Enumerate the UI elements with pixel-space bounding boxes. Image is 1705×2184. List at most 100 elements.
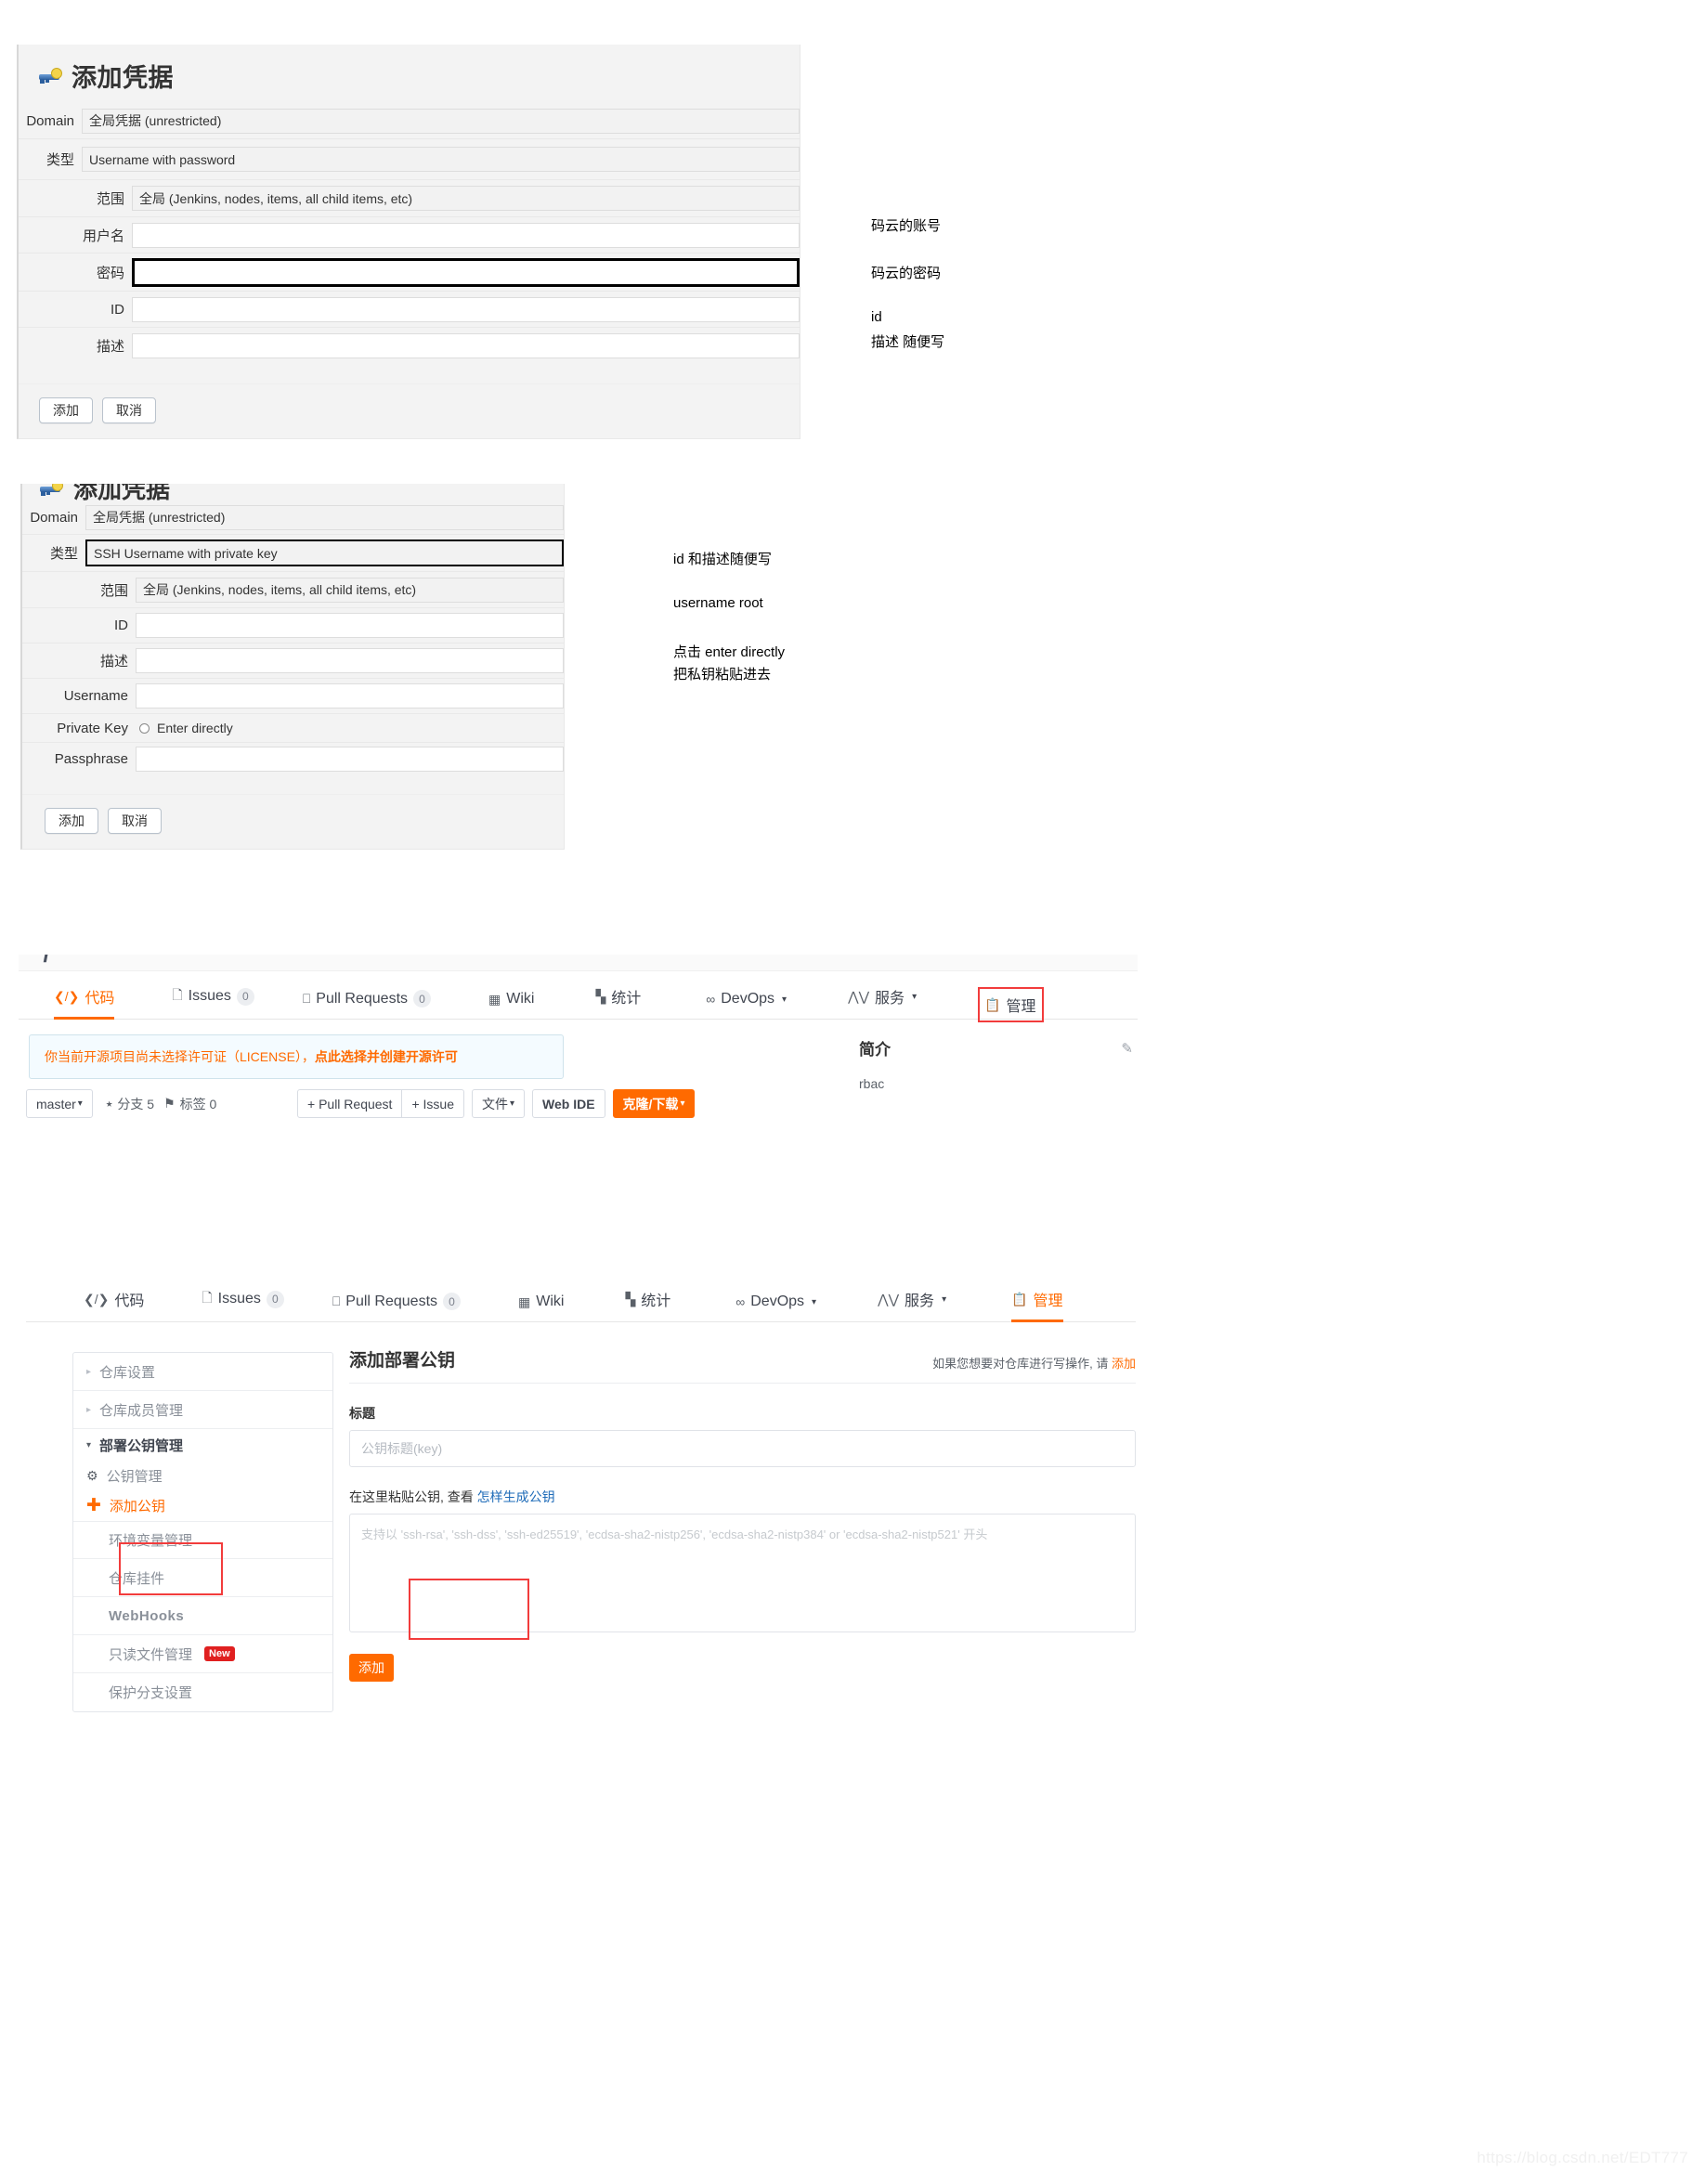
chevron-down-icon: ▾ bbox=[77, 1098, 83, 1109]
row-domain: Domain 全局凭据 (unrestricted) bbox=[19, 103, 800, 138]
domain-select[interactable]: 全局凭据 (unrestricted) bbox=[82, 108, 800, 134]
about-title: 简介 bbox=[859, 1041, 891, 1059]
cancel-button[interactable]: 取消 bbox=[108, 808, 162, 834]
tab-devops[interactable]: ∞ DevOps ▾ bbox=[735, 1294, 816, 1321]
sidebar-item-readonly-files[interactable]: 只读文件管理 New bbox=[73, 1635, 332, 1673]
domain-select[interactable]: 全局凭据 (unrestricted) bbox=[85, 504, 564, 530]
new-pull-request-button[interactable]: + Pull Request bbox=[297, 1089, 403, 1118]
id-input[interactable] bbox=[136, 613, 564, 638]
add-button[interactable]: 添加 bbox=[39, 397, 93, 423]
license-notice-link[interactable]: 点此选择并创建开源许可 bbox=[315, 1049, 458, 1064]
clone-download-button[interactable]: 克隆/下载 ▾ bbox=[612, 1089, 696, 1118]
sidebar-item-protected-branches[interactable]: 保护分支设置 bbox=[73, 1673, 332, 1711]
tab-devops[interactable]: ∞ DevOps ▾ bbox=[706, 991, 787, 1019]
branch-selector[interactable]: master ▾ bbox=[26, 1089, 93, 1118]
submit-add-key-button[interactable]: 添加 bbox=[349, 1654, 394, 1682]
row-type: 类型 Username with password bbox=[19, 138, 800, 179]
tab-issues[interactable]: 🗋 Issues 0 bbox=[202, 1288, 284, 1321]
sidebar-item-webhooks[interactable]: WebHooks bbox=[73, 1597, 332, 1635]
sidebar-item-key-management[interactable]: ⚙ 公钥管理 bbox=[73, 1462, 332, 1490]
tag-count[interactable]: ⚑ 标签 0 bbox=[163, 1095, 216, 1113]
branch-selector-label: master bbox=[36, 1096, 76, 1112]
sidebar-item-add-key[interactable]: ✚ 添加公钥 bbox=[73, 1490, 332, 1521]
key-icon bbox=[40, 484, 64, 497]
description-input[interactable] bbox=[136, 648, 564, 673]
tab-manage[interactable]: 📋 管理 bbox=[978, 987, 1044, 1022]
new-issue-button[interactable]: + Issue bbox=[402, 1089, 464, 1118]
tab-code[interactable]: ❮/❯ 代码 bbox=[84, 1288, 144, 1321]
type-select[interactable]: Username with password bbox=[82, 147, 800, 172]
sidebar-item-deploy-key-management[interactable]: ▾ 部署公钥管理 bbox=[73, 1429, 332, 1462]
username-input[interactable] bbox=[136, 683, 564, 708]
type-select[interactable]: SSH Username with private key bbox=[85, 540, 564, 566]
plus-icon: ✚ bbox=[86, 1496, 101, 1515]
wiki-icon: ▦ bbox=[488, 991, 501, 1007]
chevron-down-icon: ▾ bbox=[509, 1098, 515, 1109]
tab-issues[interactable]: 🗋 Issues 0 bbox=[172, 985, 254, 1019]
pr-icon: ⎕ bbox=[332, 1294, 341, 1308]
triangle-down-icon: ▾ bbox=[86, 1440, 92, 1450]
tab-label: 管理 bbox=[1033, 1294, 1063, 1309]
row-id: ID bbox=[19, 291, 800, 327]
devops-icon: ∞ bbox=[706, 992, 716, 1007]
key-title-input[interactable]: 公钥标题(key) bbox=[349, 1430, 1136, 1467]
tab-stats[interactable]: ▚ 统计 bbox=[625, 1288, 670, 1321]
scope-select[interactable]: 全局 (Jenkins, nodes, items, all child ite… bbox=[136, 577, 564, 603]
private-key-enter-directly-radio[interactable]: Enter directly bbox=[136, 721, 233, 735]
clone-download-label: 克隆/下载 bbox=[622, 1096, 679, 1112]
passphrase-input[interactable] bbox=[136, 747, 564, 772]
description-input[interactable] bbox=[132, 332, 800, 358]
row-scope: 范围 全局 (Jenkins, nodes, items, all child … bbox=[19, 179, 800, 216]
sidebar-item-member-management[interactable]: ▸ 仓库成员管理 bbox=[73, 1391, 332, 1429]
panel-title-text: 添加凭据 bbox=[73, 484, 171, 503]
id-input[interactable] bbox=[132, 296, 800, 322]
tab-label: Issues bbox=[188, 988, 231, 1004]
pr-count-badge: 0 bbox=[413, 990, 432, 1008]
tab-stats[interactable]: ▚ 统计 bbox=[595, 985, 641, 1019]
sidebar-item-repo-settings[interactable]: ▸ 仓库设置 bbox=[73, 1353, 332, 1391]
panel-actions-userpass: 添加 取消 bbox=[19, 384, 800, 438]
tab-pull-requests[interactable]: ⎕ Pull Requests 0 bbox=[332, 1293, 462, 1321]
branch-count[interactable]: ⭑ 分支 5 bbox=[106, 1095, 154, 1113]
cancel-button[interactable]: 取消 bbox=[102, 397, 156, 423]
tab-wiki[interactable]: ▦ Wiki bbox=[488, 991, 534, 1019]
tab-service[interactable]: ⋀⋁ 服务 ▾ bbox=[878, 1288, 946, 1321]
key-field-label-text: 在这里粘贴公钥, 查看 bbox=[349, 1489, 477, 1504]
private-key-label: Private Key bbox=[57, 720, 128, 736]
devops-icon: ∞ bbox=[735, 1294, 746, 1309]
files-dropdown[interactable]: 文件 ▾ bbox=[471, 1089, 526, 1118]
tab-label: 代码 bbox=[114, 1294, 145, 1309]
tab-label: 统计 bbox=[611, 991, 642, 1007]
repo-action-group: + Pull Request + Issue 文件 ▾ Web IDE 克隆/下… bbox=[297, 1089, 696, 1118]
page-hint-link[interactable]: 添加 bbox=[1112, 1357, 1136, 1371]
tab-pull-requests[interactable]: ⎕ Pull Requests 0 bbox=[303, 990, 432, 1019]
tab-label: DevOps bbox=[721, 991, 775, 1007]
password-input[interactable] bbox=[132, 257, 800, 287]
repo-tab-bar: ❮/❯ 代码 🗋 Issues 0 ⎕ Pull Requests 0 ▦ Wi… bbox=[19, 971, 1138, 1022]
web-ide-button[interactable]: Web IDE bbox=[532, 1089, 605, 1118]
username-input[interactable] bbox=[132, 222, 800, 248]
page-hint-text: 如果您想要对仓库进行写操作, 请 bbox=[932, 1357, 1112, 1371]
chevron-down-icon: ▾ bbox=[942, 1294, 947, 1305]
edit-icon[interactable]: ✎ bbox=[1121, 1040, 1133, 1057]
tab-code[interactable]: ❮/❯ 代码 bbox=[54, 985, 115, 1020]
tab-label: Wiki bbox=[536, 1294, 565, 1309]
note-userpass-2: id bbox=[871, 309, 882, 325]
scope-select[interactable]: 全局 (Jenkins, nodes, items, all child ite… bbox=[132, 186, 800, 211]
tab-manage[interactable]: 📋 管理 bbox=[1011, 1288, 1063, 1322]
add-button[interactable]: 添加 bbox=[45, 808, 98, 834]
row-domain: Domain 全局凭据 (unrestricted) bbox=[22, 500, 564, 534]
tab-label: 服务 bbox=[905, 1294, 935, 1309]
license-notice[interactable]: 你当前开源项目尚未选择许可证（LICENSE），点此选择并创建开源许可 bbox=[29, 1034, 564, 1079]
gitee-deploy-key-screenshot: ❮/❯ 代码 🗋 Issues 0 ⎕ Pull Requests 0 ▦ Wi… bbox=[26, 1274, 1136, 1748]
how-to-generate-key-link[interactable]: 怎样生成公钥 bbox=[477, 1489, 555, 1504]
sidebar-item-label: 公钥管理 bbox=[106, 1469, 163, 1485]
wiki-icon: ▦ bbox=[518, 1294, 531, 1309]
gear-icon: ⚙ bbox=[86, 1468, 98, 1483]
tab-wiki[interactable]: ▦ Wiki bbox=[518, 1294, 564, 1321]
username-label: Username bbox=[63, 688, 128, 704]
jenkins-credential-ssh-panel: 添加凭据 Domain 全局凭据 (unrestricted) 类型 SSH U… bbox=[20, 484, 565, 850]
tab-service[interactable]: ⋀⋁ 服务 ▾ bbox=[848, 985, 917, 1019]
clipped-header-strip bbox=[19, 955, 1138, 971]
add-key-highlight-box bbox=[119, 1542, 223, 1595]
